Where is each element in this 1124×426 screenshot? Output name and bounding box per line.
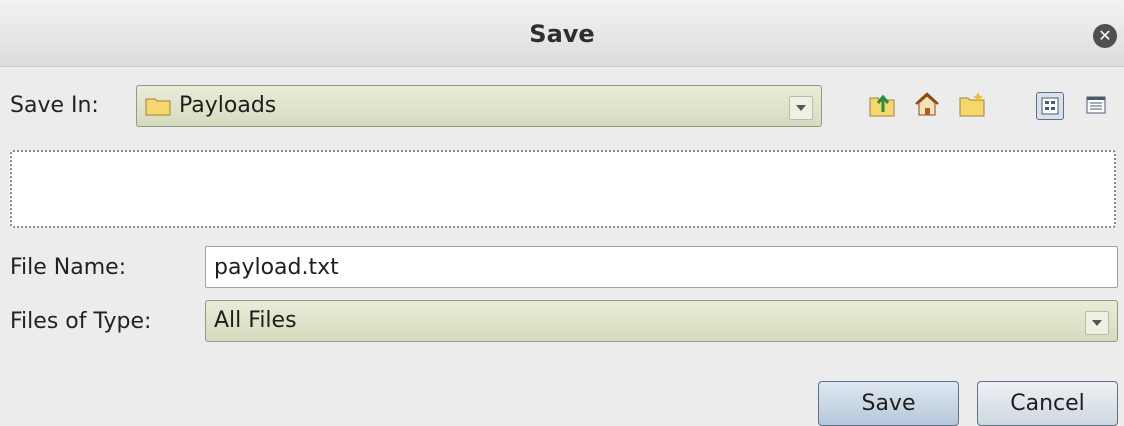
new-folder-icon[interactable] <box>958 90 986 118</box>
file-list[interactable] <box>10 150 1116 228</box>
file-type-value: All Files <box>214 308 297 333</box>
details-view-icon[interactable] <box>1083 92 1111 120</box>
file-type-label: Files of Type: <box>10 309 152 334</box>
home-icon[interactable] <box>913 90 941 118</box>
file-name-field[interactable] <box>205 246 1118 288</box>
list-view-icon[interactable] <box>1036 92 1064 120</box>
save-in-value: Payloads <box>179 93 277 118</box>
title-bar: Save ✕ <box>0 0 1124 67</box>
file-name-label: File Name: <box>10 255 127 280</box>
save-button[interactable]: Save <box>818 381 959 426</box>
save-in-combo[interactable]: Payloads <box>136 85 822 127</box>
chevron-down-icon[interactable] <box>1085 311 1109 335</box>
save-in-label: Save In: <box>10 93 99 118</box>
cancel-button[interactable]: Cancel <box>977 381 1118 426</box>
close-icon[interactable]: ✕ <box>1093 24 1117 48</box>
chevron-down-icon[interactable] <box>789 96 813 120</box>
file-name-input[interactable] <box>206 247 1117 287</box>
file-type-combo[interactable]: All Files <box>205 300 1118 342</box>
up-one-level-icon[interactable] <box>868 90 896 118</box>
window-title: Save <box>529 20 595 48</box>
folder-icon <box>145 98 171 116</box>
